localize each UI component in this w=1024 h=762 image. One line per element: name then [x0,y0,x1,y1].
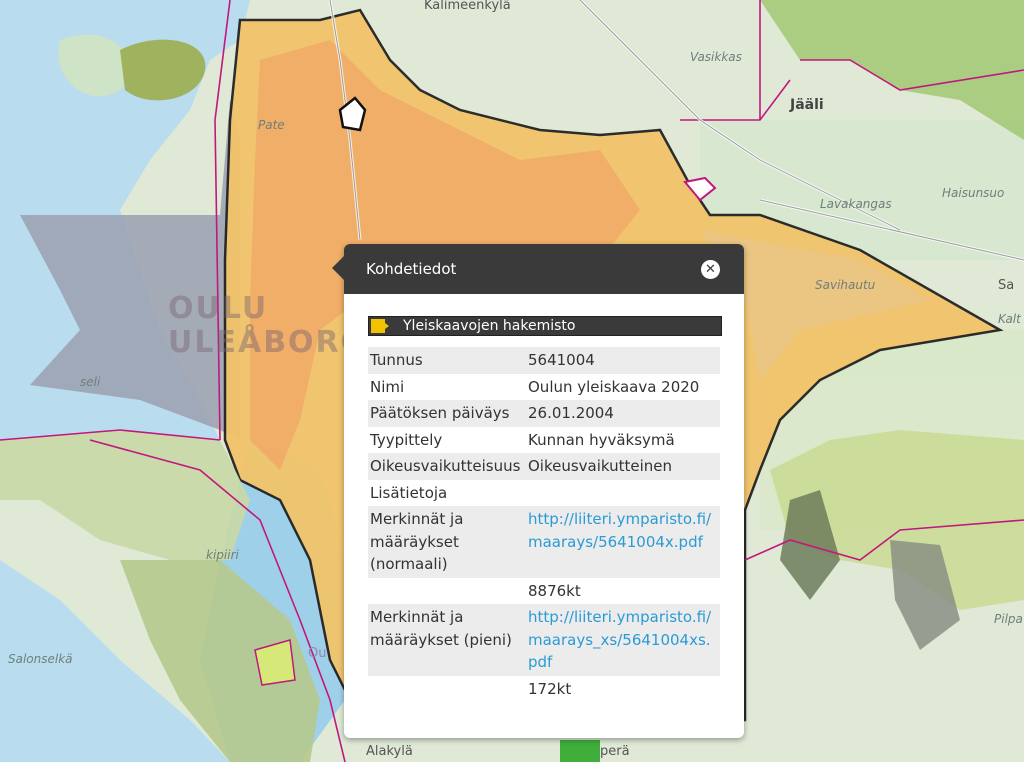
place-label-pate: Pate [258,118,285,132]
attribute-key: Lisätietoja [370,483,448,502]
place-label-pilpa: Pilpa [994,612,1023,626]
place-label-salonselka: Salonselkä [8,652,73,666]
attribute-key-empty [368,676,528,703]
attribute-key: Päätöksen päiväys [370,404,510,422]
attribute-value: http://liiteri.ymparisto.fi/maarays_xs/5… [528,604,720,676]
attribute-key: Tunnus [370,351,423,369]
attribute-value: Oulun yleiskaava 2020 [528,377,700,396]
close-icon[interactable]: ✕ [701,260,720,279]
place-label-kalt: Kalt [998,312,1021,326]
table-row-tyypittely: Tyypittely Kunnan hyväksymä [368,427,720,454]
place-label-kipiiri: kipiiri [206,548,239,562]
table-row-merkinnat-normaali: Merkinnät ja määräykset (normaali) http:… [368,506,720,578]
table-row-paatoksen-paivays: Päätöksen päiväys 26.01.2004 [368,400,720,427]
attribute-key: Merkinnät ja määräykset (pieni) [370,608,512,649]
file-size: 172kt [528,679,572,698]
attribute-key: Merkinnät ja määräykset (normaali) [370,510,464,573]
place-label-pera: perä [600,744,630,759]
layer-swatch-arrow-icon [385,323,389,329]
attribute-key-empty [368,578,528,605]
layer-name: Yleiskaavojen hakemisto [403,318,576,334]
table-row-size-normaali: 8876kt [368,578,720,605]
place-label-oulu-line1: OULU [168,291,269,326]
attribute-value: 26.01.2004 [528,404,614,422]
table-row-lisatietoja: Lisätietoja [368,480,720,507]
place-label-jaali: Jääli [790,97,824,113]
table-row-nimi: Nimi Oulun yleiskaava 2020 [368,374,720,401]
attribute-key: Nimi [370,377,405,396]
place-label-oulu-line2: ULEÅBORG [168,325,368,360]
popup-title: Kohdetiedot [366,260,457,278]
table-row-merkinnat-pieni: Merkinnät ja määräykset (pieni) http://l… [368,604,720,676]
place-label-savihautu: Savihautu [815,278,876,292]
place-label-kalimeenkyla: Kalimeenkylä [424,0,511,13]
place-label-sa: Sa [998,278,1015,293]
place-label-oulu: OULU ULEÅBORG [168,292,367,360]
table-row-oikeusvaikutteisuus: Oikeusvaikutteisuus Oikeusvaikutteinen [368,453,720,480]
place-label-haisunsuo: Haisunsuo [942,186,1005,200]
pdf-link-pieni[interactable]: http://liiteri.ymparisto.fi/maarays_xs/5… [528,608,711,671]
layer-color-swatch [371,319,385,333]
file-size: 8876kt [528,581,581,600]
table-row-tunnus: Tunnus 5641004 [368,347,720,374]
place-label-seli: seli [80,375,101,389]
feature-attributes-table: Tunnus 5641004 Nimi Oulun yleiskaava 202… [368,347,720,702]
attribute-value: http://liiteri.ymparisto.fi/maarays/5641… [528,506,720,578]
place-label-alakyla: Alakylä [366,744,413,759]
place-label-ou: Ou [308,646,327,661]
attribute-value [528,480,720,507]
layer-title-bar: Yleiskaavojen hakemisto [368,316,722,336]
pdf-link-normaali[interactable]: http://liiteri.ymparisto.fi/maarays/5641… [528,510,711,551]
attribute-key: Oikeusvaikutteisuus [370,457,521,475]
attribute-value: 5641004 [528,351,595,369]
place-label-lavakangas: Lavakangas [820,197,892,211]
place-label-vasikka: Vasikkas [690,50,742,64]
attribute-value: Oikeusvaikutteinen [528,457,673,475]
table-row-size-pieni: 172kt [368,676,720,703]
attribute-key: Tyypittely [370,430,443,449]
feature-info-popup: Kohdetiedot ✕ Yleiskaavojen hakemisto Tu… [332,244,744,738]
attribute-value: Kunnan hyväksymä [528,430,675,449]
popup-header: Kohdetiedot ✕ [344,244,744,294]
popup-pointer [332,256,344,280]
